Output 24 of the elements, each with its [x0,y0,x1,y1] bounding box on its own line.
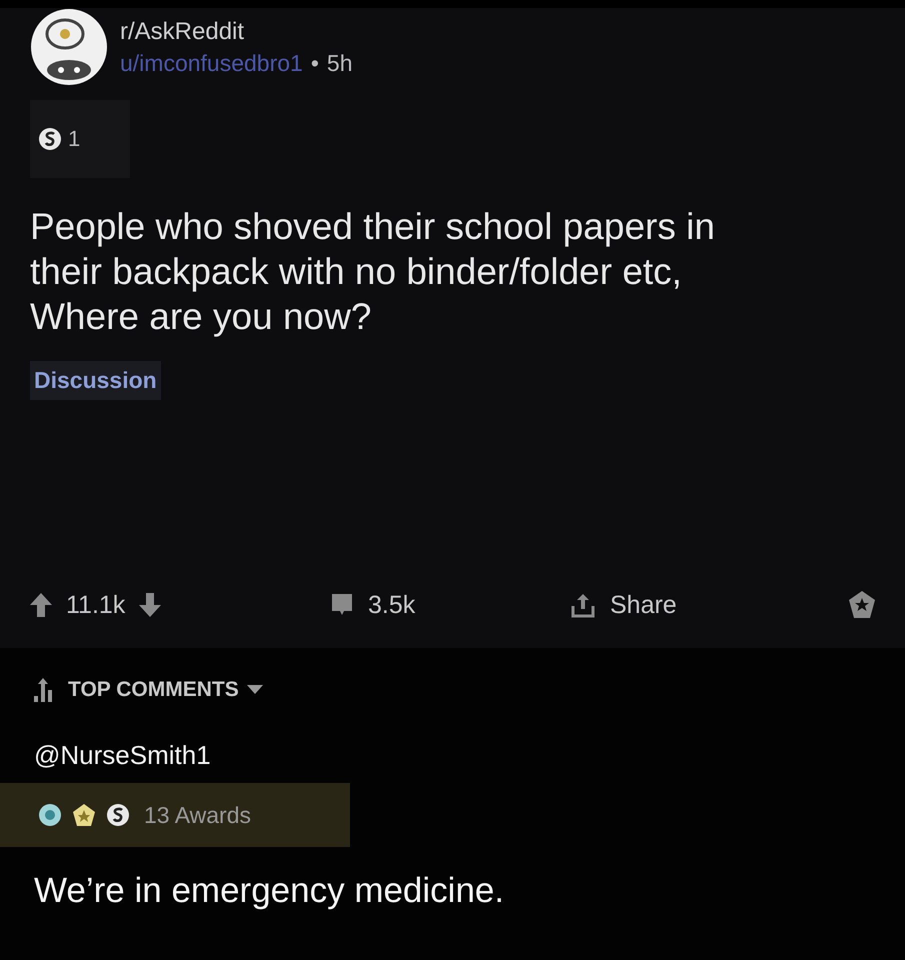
award-icon[interactable] [847,590,877,620]
coin-award-icon [38,127,62,151]
downvote-icon[interactable] [139,593,162,617]
sort-dropdown[interactable]: TOP COMMENTS [34,678,263,702]
awards-count: 13 Awards [144,802,251,828]
award-count: 1 [68,126,80,152]
caret-icon [246,685,263,695]
comment-icon[interactable] [330,594,354,616]
comment-text: We’re in emergency medicine. [34,871,506,911]
upvote-icon[interactable] [30,593,52,617]
coin-award-icon [106,803,130,827]
comment-author: @NurseSmith1 [34,740,212,771]
helpful-award-icon [38,803,62,827]
post-title: People who shoved their school papers in their backpack with no binder/folder etc, Where are you now? [30,205,716,339]
subreddit-name[interactable]: r/AskReddit [120,18,352,46]
flair-tag: Discussion [30,361,161,400]
comment-count: 3.5k [368,590,416,620]
share-button[interactable]: Share [570,590,810,620]
separator-dot: • [310,50,319,76]
post-age: 5h [326,50,352,76]
vote-score: 11.1k [66,590,126,620]
share-icon [570,592,596,618]
star-award-icon [72,803,96,827]
avatar-icon [30,8,108,86]
